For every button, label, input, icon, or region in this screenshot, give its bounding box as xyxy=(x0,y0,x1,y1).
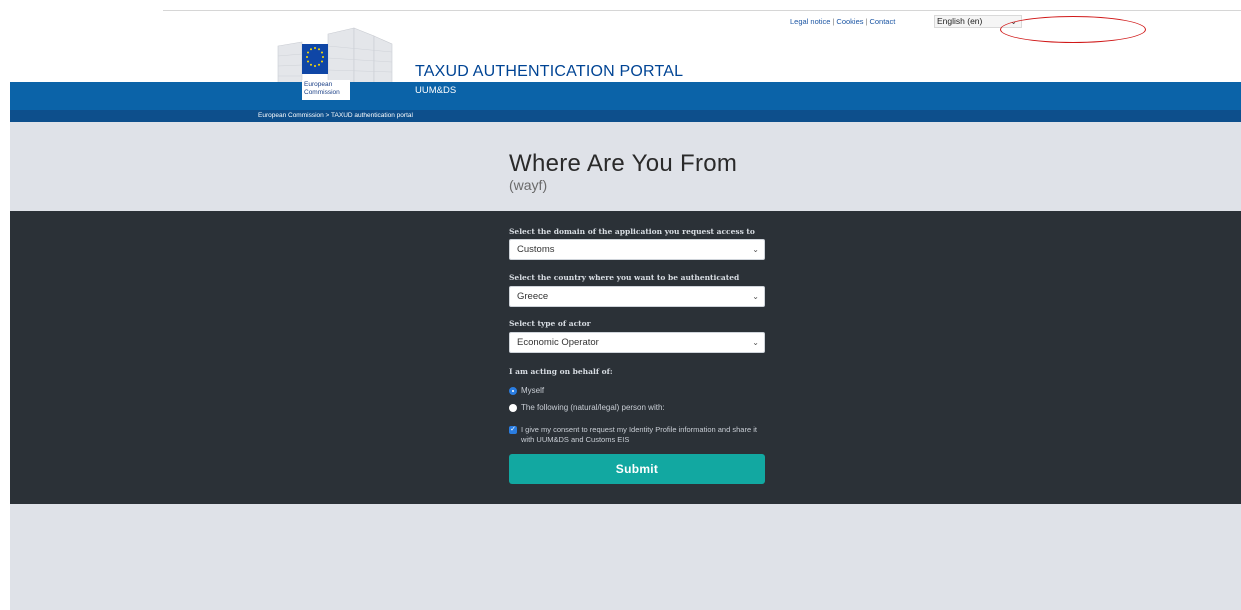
checkbox-checked-icon[interactable]: ✓ xyxy=(509,426,517,434)
header-band xyxy=(10,82,1241,110)
chevron-down-icon: ⌄ xyxy=(752,292,759,301)
portal-title: TAXUD AUTHENTICATION PORTAL xyxy=(415,63,684,80)
radio-myself[interactable]: Myself xyxy=(509,386,544,395)
chevron-down-icon: ⌄ xyxy=(752,245,759,254)
actor-value: Economic Operator xyxy=(517,337,599,348)
radio-checked-icon[interactable] xyxy=(509,386,517,395)
behalf-label: I am acting on behalf of: xyxy=(509,367,613,376)
page-title: Where Are You From xyxy=(509,150,738,177)
page-subtitle: (wayf) xyxy=(509,177,548,193)
consent-text: I give my consent to request my Identity… xyxy=(521,425,757,444)
radio-unchecked-icon[interactable] xyxy=(509,403,517,412)
consent-checkbox-row[interactable]: ✓ I give my consent to request my Identi… xyxy=(509,425,765,445)
link-separator: | xyxy=(832,17,835,26)
radio-other-person[interactable]: The following (natural/legal) person wit… xyxy=(509,403,665,412)
page: Legal notice | Cookies | Contact English (en… xyxy=(0,0,1241,610)
domain-value: Customs xyxy=(517,244,555,255)
logo-label: European Commission xyxy=(304,81,340,96)
top-divider xyxy=(163,10,1241,11)
link-separator: | xyxy=(865,17,868,26)
logo-label-line-2: Commission xyxy=(304,88,340,96)
domain-label: Select the domain of the application you… xyxy=(509,227,755,236)
footer-area xyxy=(10,504,1241,610)
submit-button[interactable]: Submit xyxy=(509,454,765,484)
legal-notice-link[interactable]: Legal notice xyxy=(790,17,830,26)
breadcrumb-band xyxy=(10,110,1241,122)
logo-label-line-1: European xyxy=(304,81,333,88)
portal-subtitle: UUM&DS xyxy=(415,85,457,96)
country-select[interactable]: Greece ⌄ xyxy=(509,286,765,307)
breadcrumb[interactable]: European Commission > TAXUD authenticati… xyxy=(258,112,413,119)
cookies-link[interactable]: Cookies xyxy=(836,17,863,26)
country-label: Select the country where you want to be … xyxy=(509,273,740,282)
actor-select[interactable]: Economic Operator ⌄ xyxy=(509,332,765,353)
utility-links: Legal notice | Cookies | Contact xyxy=(790,17,895,26)
language-value: English (en) xyxy=(937,16,983,26)
radio-other-label: The following (natural/legal) person wit… xyxy=(521,403,665,412)
actor-label: Select type of actor xyxy=(509,319,591,328)
country-value: Greece xyxy=(517,291,549,302)
annotation-ellipse xyxy=(1000,16,1146,43)
radio-myself-label: Myself xyxy=(521,386,545,395)
domain-select[interactable]: Customs ⌄ xyxy=(509,239,765,260)
chevron-down-icon: ⌄ xyxy=(752,338,759,347)
contact-link[interactable]: Contact xyxy=(869,17,895,26)
